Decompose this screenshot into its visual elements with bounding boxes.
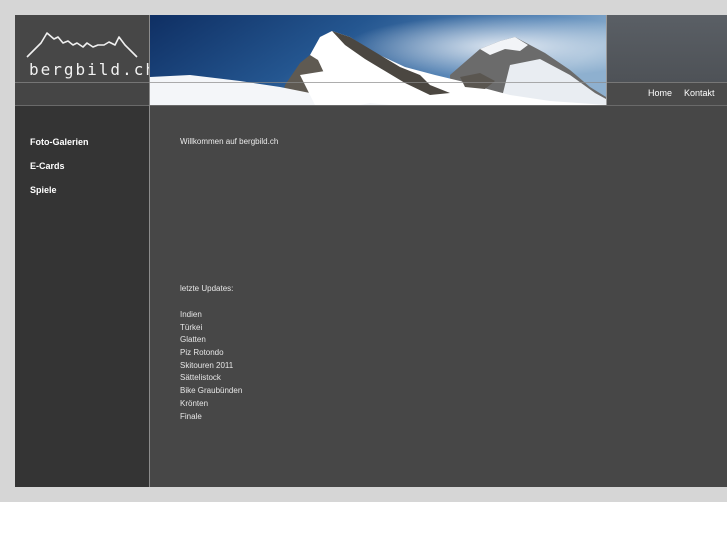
sidebar: Foto-Galerien E-Cards Spiele — [15, 106, 149, 487]
header-divider — [15, 82, 727, 83]
welcome-text: Willkommen auf bergbild.ch — [180, 137, 279, 146]
site-logo[interactable]: bergbild.ch — [15, 15, 155, 82]
update-link-kroenten[interactable]: Krönten — [180, 398, 242, 411]
banner-divider — [606, 15, 607, 105]
update-link-glatten[interactable]: Glatten — [180, 334, 242, 347]
updates-heading: letzte Updates: — [180, 284, 234, 293]
update-link-tuerkei[interactable]: Türkei — [180, 322, 242, 335]
updates-list: Indien Türkei Glatten Piz Rotondo Skitou… — [180, 309, 242, 423]
nav-home-link[interactable]: Home — [648, 88, 672, 98]
header-sky-panel — [607, 15, 727, 82]
update-link-skitouren-2011[interactable]: Skitouren 2011 — [180, 360, 242, 373]
update-link-finale[interactable]: Finale — [180, 411, 242, 424]
update-link-saettelistock[interactable]: Sättelistock — [180, 372, 242, 385]
nav-kontakt-link[interactable]: Kontakt — [684, 88, 715, 98]
mountain-banner-image — [150, 15, 606, 105]
update-link-bike-graubuenden[interactable]: Bike Graubünden — [180, 385, 242, 398]
mountain-logo-icon — [26, 32, 138, 58]
logo-footer-strip — [15, 82, 149, 105]
logo-text: bergbild.ch — [29, 60, 157, 79]
update-link-piz-rotondo[interactable]: Piz Rotondo — [180, 347, 242, 360]
update-link-indien[interactable]: Indien — [180, 309, 242, 322]
main-content: Willkommen auf bergbild.ch letzte Update… — [150, 106, 727, 487]
top-navigation: Home Kontakt — [607, 82, 727, 105]
sidebar-item-e-cards[interactable]: E-Cards — [30, 161, 65, 171]
sidebar-item-spiele[interactable]: Spiele — [30, 185, 57, 195]
sidebar-item-foto-galerien[interactable]: Foto-Galerien — [30, 137, 89, 147]
